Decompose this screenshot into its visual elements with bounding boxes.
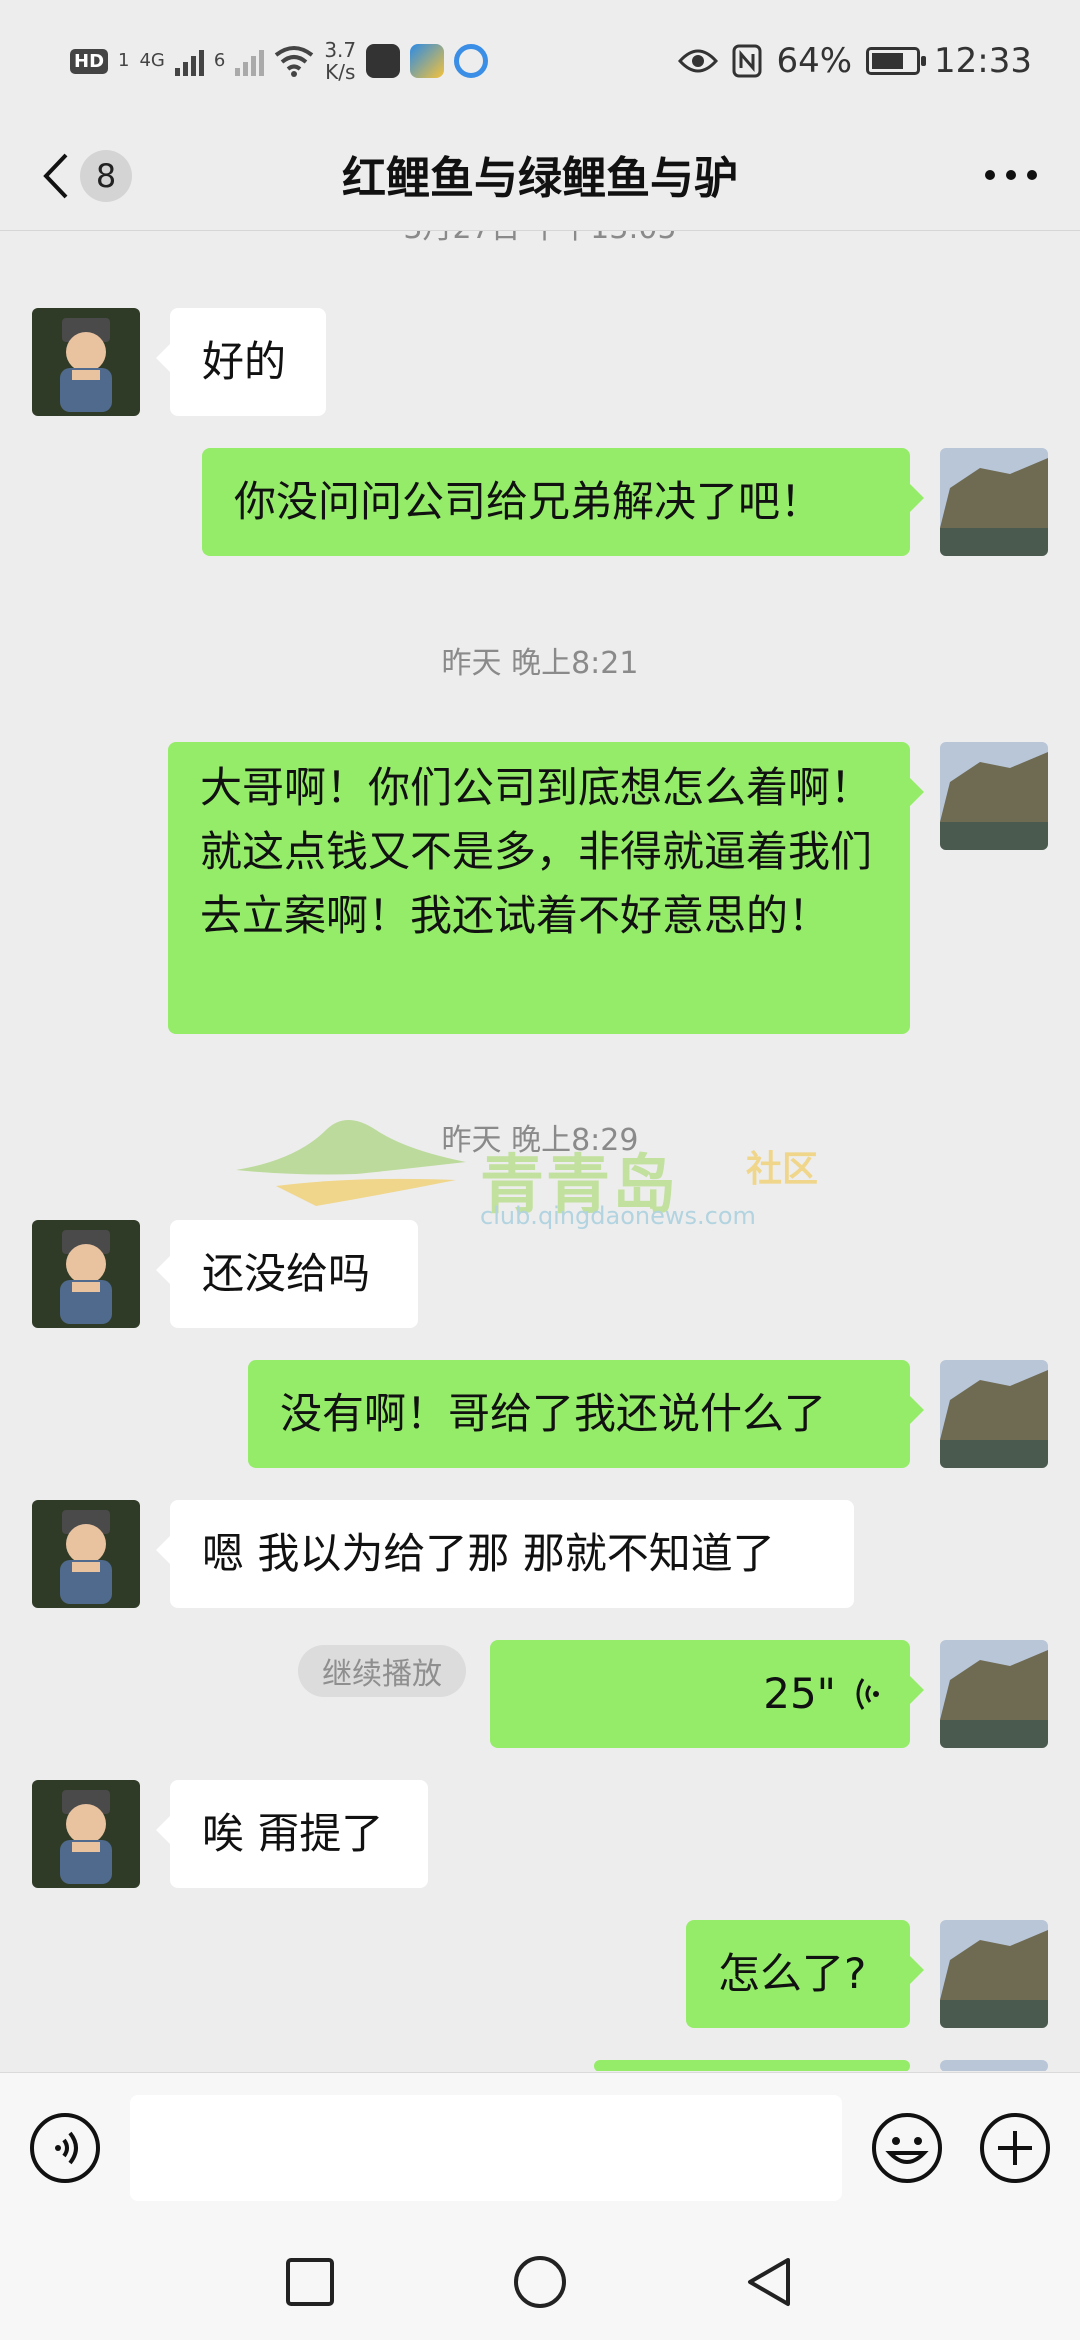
watermark: 青青岛 社区 club.qingdaonews.com	[236, 1110, 836, 1250]
sim2-label: 6	[213, 50, 226, 71]
outgoing-message[interactable]: 大哥啊！你们公司到底想怎么着啊！就这点钱又不是多，非得就逼着我们去立案啊！我还试…	[168, 742, 924, 1034]
watermark-url: club.qingdaonews.com	[480, 1202, 756, 1230]
signal-icon	[174, 46, 204, 76]
timestamp: 昨天 晚上8:21	[441, 646, 639, 681]
contact-avatar[interactable]	[32, 1500, 140, 1608]
emoji-icon[interactable]	[870, 2111, 944, 2185]
mountain-logo	[236, 1120, 466, 1206]
cliff-avatar-image	[940, 1640, 1048, 1748]
message-input[interactable]	[130, 2095, 842, 2201]
lightning-app-icon	[410, 44, 445, 78]
figurine-avatar-image	[32, 1780, 140, 1888]
figurine-avatar-image	[32, 1500, 140, 1608]
watermark-tag: 社区	[746, 1149, 819, 1190]
contact-avatar[interactable]	[32, 308, 140, 416]
outgoing-message[interactable]: 你没问问公司给兄弟解决了吧！	[202, 448, 924, 556]
incoming-message[interactable]: 唉 甭提了	[156, 1780, 428, 1888]
cliff-avatar-image	[940, 742, 1048, 850]
voice-wave-icon	[856, 1678, 879, 1710]
outgoing-message-partial	[594, 2060, 910, 2071]
my-avatar	[940, 2060, 1048, 2071]
my-avatar[interactable]	[940, 448, 1048, 556]
net-speed-unit: K/s	[325, 60, 356, 84]
signal2-icon	[235, 46, 265, 76]
home-circle-icon[interactable]	[510, 2252, 570, 2312]
cliff-avatar-image	[940, 2060, 1048, 2071]
nfc-icon	[732, 44, 762, 78]
sim1-label: 1	[118, 50, 130, 71]
add-icon[interactable]	[978, 2111, 1052, 2185]
wifi-icon	[275, 46, 314, 77]
network-type: 4G	[139, 50, 165, 71]
clock: 12:33	[934, 41, 1032, 81]
cliff-avatar-image	[940, 1920, 1048, 2028]
figurine-avatar-image	[32, 308, 140, 416]
contact-avatar[interactable]	[32, 1780, 140, 1888]
status-bar: HD 1 4G 6 3.7 K/s 64% 12:33	[0, 0, 1080, 120]
net-speed: 3.7 K/s	[324, 39, 356, 83]
browser-app-icon	[454, 44, 489, 78]
input-bar	[0, 2072, 1080, 2223]
resume-playback-button[interactable]: 继续播放	[298, 1645, 466, 1697]
outgoing-message[interactable]: 没有啊！哥给了我还说什么了	[248, 1360, 924, 1468]
voice-duration: 25"	[763, 1669, 836, 1718]
my-avatar[interactable]	[940, 1920, 1048, 2028]
chat-header: 8 红鲤鱼与绿鲤鱼与驴	[0, 120, 1080, 231]
more-options-icon[interactable]	[976, 150, 1046, 200]
my-avatar[interactable]	[940, 1640, 1048, 1748]
contact-avatar[interactable]	[32, 1220, 140, 1328]
figurine-avatar-image	[32, 1220, 140, 1328]
my-avatar[interactable]	[940, 742, 1048, 850]
outgoing-message[interactable]: 怎么了?	[686, 1920, 924, 2028]
status-left: HD 1 4G 6 3.7 K/s	[70, 36, 489, 86]
voice-message[interactable]: 25"	[490, 1640, 924, 1748]
eye-icon	[678, 49, 719, 73]
net-speed-value: 3.7	[324, 38, 357, 62]
recents-square-icon[interactable]	[280, 2252, 340, 2312]
incoming-message[interactable]: 好的	[156, 308, 326, 416]
cliff-avatar-image	[940, 1360, 1048, 1468]
status-right: 64% 12:33	[678, 36, 1032, 86]
timestamp-partial: 3月27日 下午13:05	[0, 231, 1080, 247]
hd-badge: HD	[70, 48, 109, 74]
back-triangle-icon[interactable]	[740, 2252, 800, 2312]
battery-icon	[866, 47, 927, 75]
incoming-message[interactable]: 嗯 我以为给了那 那就不知道了	[156, 1500, 854, 1608]
cliff-avatar-image	[940, 448, 1048, 556]
shopping-app-icon	[366, 44, 401, 78]
my-avatar[interactable]	[940, 1360, 1048, 1468]
voice-input-icon[interactable]	[28, 2111, 102, 2185]
system-navigation-bar	[0, 2222, 1080, 2340]
battery-percent: 64%	[776, 41, 853, 81]
chat-title: 红鲤鱼与绿鲤鱼与驴	[342, 153, 738, 204]
